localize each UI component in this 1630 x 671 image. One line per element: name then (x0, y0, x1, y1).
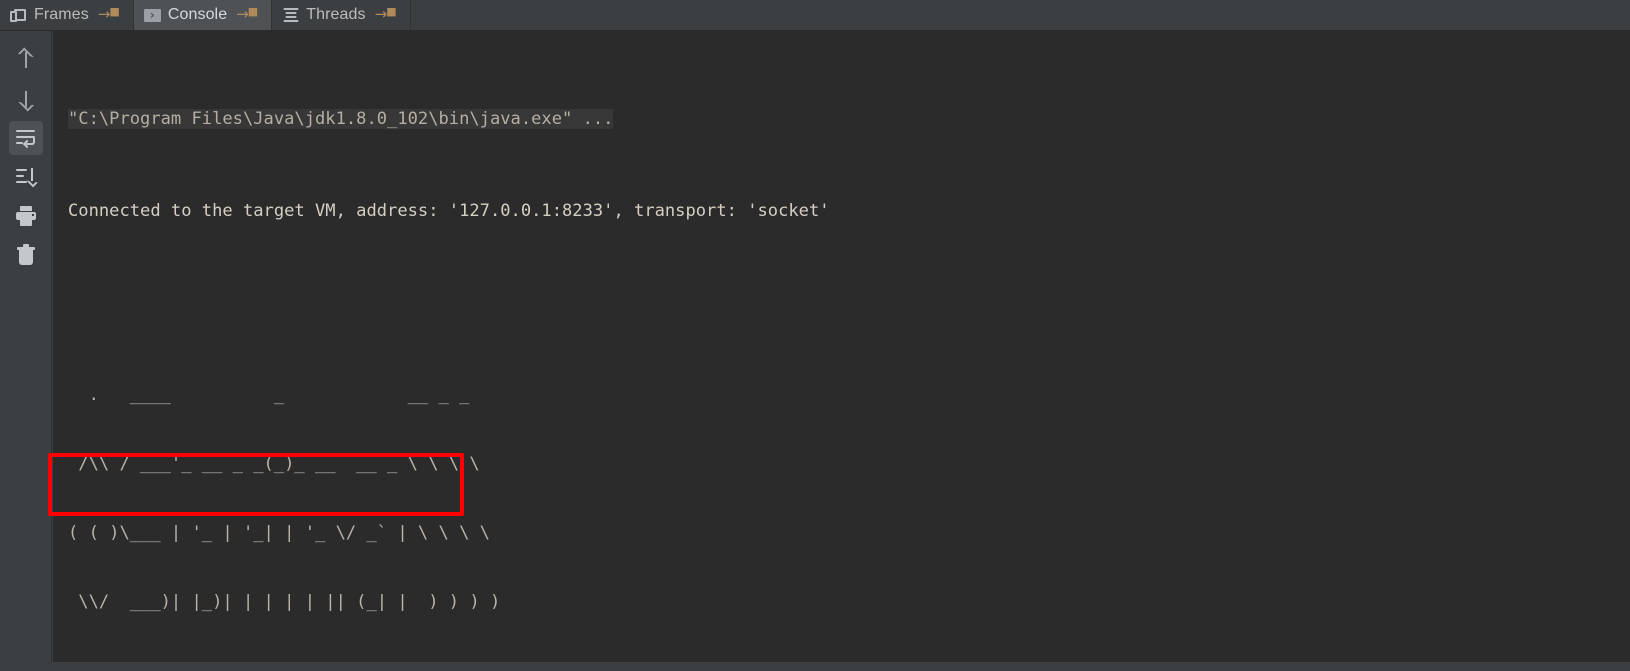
tab-console-label: Console (167, 6, 228, 23)
tab-frames[interactable]: Frames →■ (0, 0, 134, 30)
tab-frames-label: Frames (34, 6, 89, 23)
up-arrow-icon (15, 49, 37, 71)
up-arrow-icon-button[interactable] (9, 43, 43, 77)
print-icon (15, 205, 37, 227)
soft-wrap-icon (15, 127, 37, 149)
print-icon-button[interactable] (9, 199, 43, 233)
window-bottom-strip (0, 662, 1630, 671)
tab-console-detach-icon[interactable]: →■ (236, 6, 259, 22)
command-line-text: "C:\Program Files\Java\jdk1.8.0_102\bin\… (68, 109, 614, 129)
banner-art-line-1: . ____ _ __ _ _ (68, 385, 470, 405)
banner-art-line-3: ( ( )\___ | '_ | '_| | '_ \/ _` | \ \ \ … (68, 523, 490, 543)
tab-console[interactable]: › Console →■ (133, 0, 273, 30)
threads-icon (282, 7, 299, 24)
soft-wrap-icon-button[interactable] (8, 121, 43, 155)
frames-icon (10, 7, 27, 24)
trash-icon (15, 244, 37, 266)
tab-threads-detach-icon[interactable]: →■ (375, 6, 398, 22)
console-output-panel[interactable]: "C:\Program Files\Java\jdk1.8.0_102\bin\… (53, 31, 1630, 671)
debug-tool-window-tabbar: Frames →■ › Console →■ Threads →■ (0, 0, 1630, 31)
down-arrow-icon-button[interactable] (9, 82, 43, 116)
scroll-to-end-icon (15, 166, 37, 188)
scroll-to-end-icon-button[interactable] (9, 160, 43, 194)
console-line-blank-1 (68, 292, 1630, 315)
tab-frames-detach-icon[interactable]: →■ (98, 6, 121, 22)
console-icon: › (143, 7, 161, 24)
trash-icon-button[interactable] (9, 238, 43, 272)
banner-art-line-4: \\/ ___)| |_)| | | | | || (_| | ) ) ) ) (68, 592, 501, 612)
console-toolbar (0, 31, 52, 671)
down-arrow-icon (15, 88, 37, 110)
console-line-command: "C:\Program Files\Java\jdk1.8.0_102\bin\… (68, 108, 1630, 131)
tab-threads-label: Threads (306, 6, 366, 23)
connected-text: Connected to the target VM, address: '12… (68, 201, 830, 221)
banner-art-line-2: /\\ / ___'_ __ _ _(_)_ __ __ _ \ \ \ \ (68, 454, 480, 474)
console-line-connected: Connected to the target VM, address: '12… (68, 200, 1630, 223)
tab-threads[interactable]: Threads →■ (272, 0, 411, 30)
console-text: "C:\Program Files\Java\jdk1.8.0_102\bin\… (53, 39, 1630, 671)
